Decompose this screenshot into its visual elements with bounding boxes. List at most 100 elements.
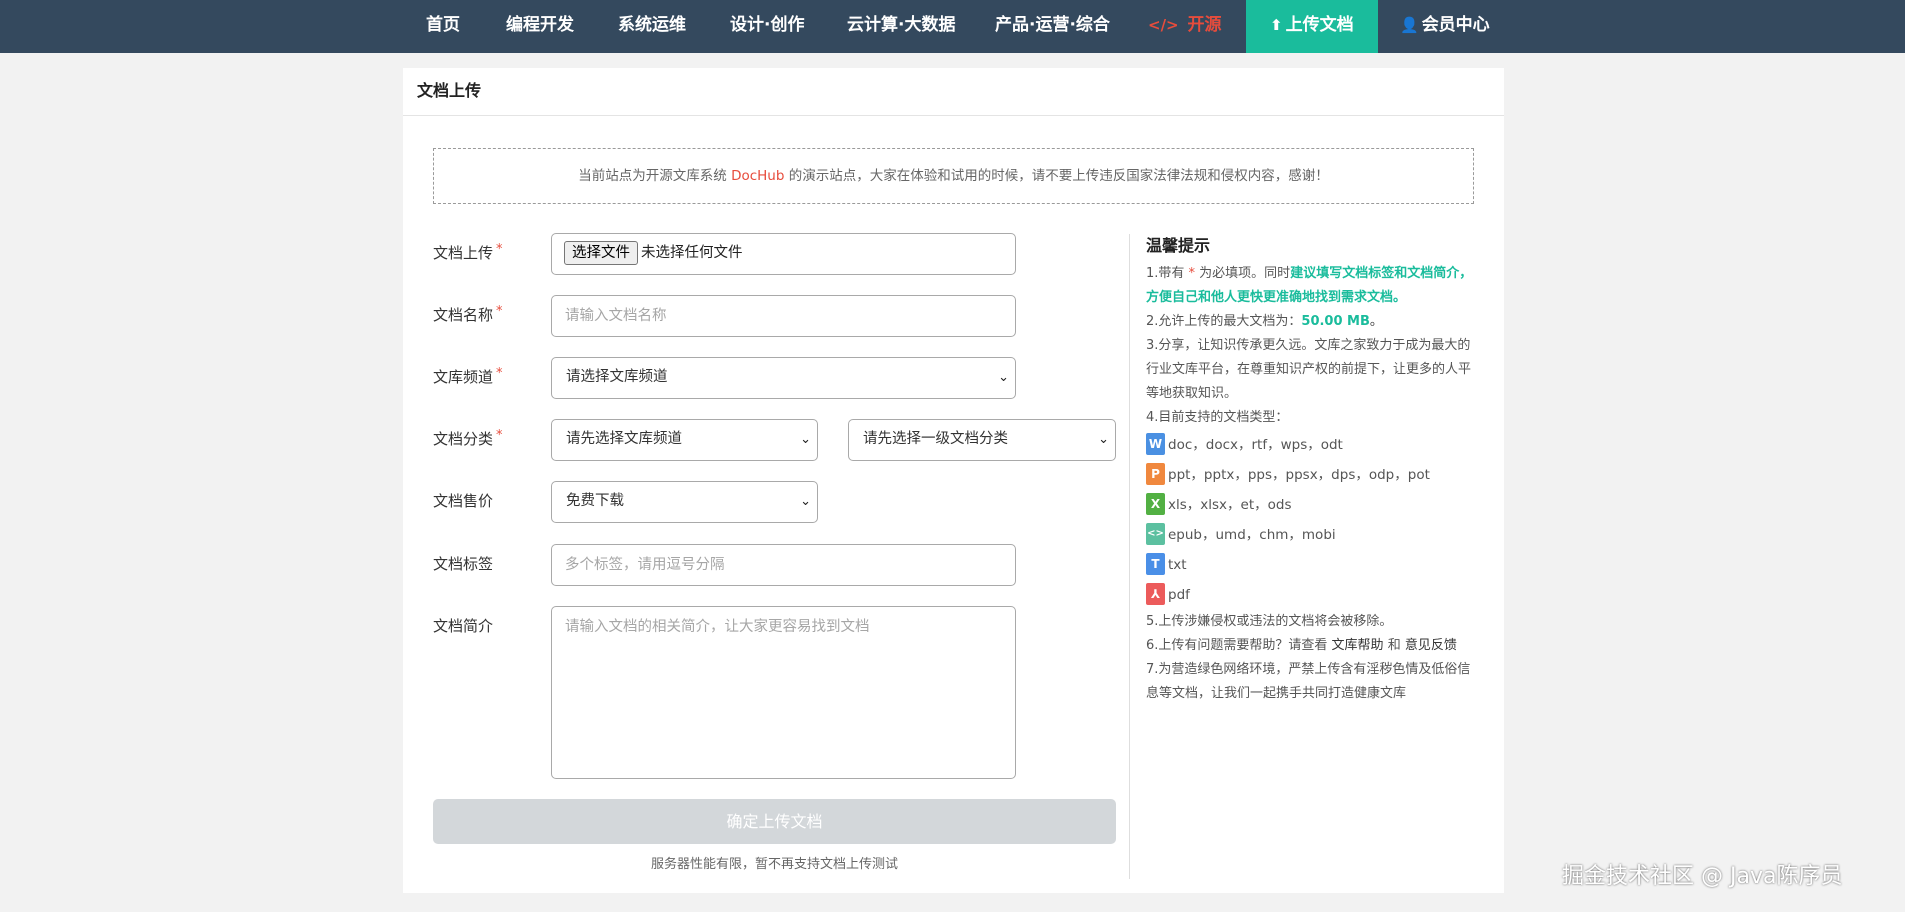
filetype-word-text: doc，docx，rtf，wps，odt (1168, 437, 1343, 453)
tip-6-a: 6.上传有问题需要帮助？请查看 (1146, 638, 1332, 653)
tip-6: 6.上传有问题需要帮助？请查看 文库帮助 和 意见反馈 (1146, 634, 1476, 658)
nav-upload-label: 上传文档 (1285, 15, 1354, 35)
filetype-pdf: ⅄ pdf (1146, 580, 1476, 610)
intro-label: 文档简介 (433, 615, 493, 636)
nav-product[interactable]: 产品·运营·综合 (995, 0, 1110, 53)
notice-brand: DocHub (731, 168, 785, 184)
channel-value: 请选择文库频道 (566, 369, 668, 385)
nav-programming-label: 编程开发 (506, 15, 574, 35)
nav-design[interactable]: 设计·创作 (730, 0, 804, 53)
file-status: 未选择任何文件 (641, 245, 743, 261)
category-label: 文档分类 * (433, 428, 503, 449)
tags-label-text: 文档标签 (433, 555, 494, 573)
submit-note: 服务器性能有限，暂不再支持文档上传测试 (650, 857, 898, 872)
excel-icon: X (1146, 493, 1165, 515)
nav-home-label: 首页 (426, 15, 460, 35)
tip-5: 5.上传涉嫌侵权或违法的文档将会被移除。 (1146, 614, 1393, 629)
tip-2-b: 50.00 MB (1301, 314, 1370, 329)
filetype-epub-text: epub，umd，chm，mobi (1168, 527, 1336, 543)
word-doc-icon: W (1146, 433, 1165, 455)
nav-opensource-label: 开源 (1187, 15, 1222, 35)
tips-title: 温馨提示 (1146, 236, 1211, 255)
channel-label-text: 文库频道 (433, 368, 494, 386)
user-icon: 👤 (1400, 16, 1419, 34)
tip-1: 1.带有 * 为必填项。同时建议填写文档标签和文档简介，方便自己和他人更快更准确… (1146, 262, 1476, 310)
nav-sysops[interactable]: 系统运维 (618, 0, 686, 53)
notice-prefix: 当前站点为开源文库系统 (578, 168, 732, 184)
tip-1-b: 为必填项。同时 (1195, 266, 1291, 281)
filetype-ppt: Pppt，pptx，pps，ppsx，dps，odp，pot (1146, 460, 1476, 490)
filetype-txt-text: txt (1168, 557, 1187, 573)
nav-sysops-label: 系统运维 (618, 15, 686, 35)
doc-name-input[interactable] (551, 295, 1016, 337)
vertical-divider (1129, 234, 1130, 879)
feedback-link[interactable]: 意见反馈 (1405, 638, 1457, 653)
channel-select[interactable]: 请选择文库频道 ⌄ (551, 357, 1016, 399)
nav-design-label: 设计·创作 (730, 15, 805, 35)
intro-textarea[interactable] (551, 606, 1016, 779)
tip-3: 3.分享，让知识传承更久远。文库之家致力于成为最大的行业文库平台，在尊重知识产权… (1146, 334, 1476, 406)
filetype-excel: Xxls，xlsx，et，ods (1146, 490, 1476, 520)
tip-2-a: 2.允许上传的最大文档为： (1146, 314, 1302, 329)
chevron-down-icon: ⌄ (800, 494, 811, 509)
watermark: 掘金技术社区 @ Java陈序员 (1562, 864, 1843, 889)
nav-member-label: 会员中心 (1421, 15, 1490, 35)
nav-member[interactable]: 👤 会员中心 (1400, 0, 1490, 53)
filetype-txt: Ttxt (1146, 550, 1476, 580)
tags-input[interactable] (551, 544, 1016, 586)
nav-cloud[interactable]: 云计算·大数据 (847, 0, 955, 53)
tip-4: 4.目前支持的文档类型： (1146, 410, 1289, 425)
category-level2-value: 请先选择一级文档分类 (863, 431, 1008, 447)
file-label: 文档上传 * (433, 242, 503, 263)
filetype-word: Wdoc，docx，rtf，wps，odt (1146, 430, 1476, 460)
nav-upload[interactable]: ⬆ 上传文档 (1246, 0, 1378, 53)
chevron-down-icon: ⌄ (800, 432, 811, 447)
category-select-level1[interactable]: 请先选择文库频道 ⌄ (551, 419, 818, 461)
nav-opensource[interactable]: </> 开源 (1148, 0, 1222, 53)
page-title: 文档上传 (403, 68, 1504, 116)
nav-programming[interactable]: 编程开发 (506, 0, 574, 53)
price-value: 免费下载 (566, 493, 624, 509)
txt-icon: T (1146, 553, 1165, 575)
price-label: 文档售价 (433, 490, 493, 511)
choose-file-button[interactable]: 选择文件 (564, 241, 638, 265)
upload-card: 文档上传 当前站点为开源文库系统 DocHub 的演示站点，大家在体验和试用的时… (403, 68, 1504, 893)
category-select-level2[interactable]: 请先选择一级文档分类 ⌄ (848, 419, 1116, 461)
upload-icon: ⬆ (1270, 16, 1283, 34)
top-navbar: 首页 编程开发 系统运维 设计·创作 云计算·大数据 产品·运营·综合 </> … (0, 0, 1905, 53)
help-link[interactable]: 文库帮助 (1332, 638, 1384, 653)
category-level1-value: 请先选择文库频道 (566, 431, 682, 447)
code-icon: </> (1148, 16, 1179, 34)
notice-suffix: 的演示站点，大家在体验和试用的时候，请不要上传违反国家法律法规和侵权内容，感谢！ (784, 168, 1329, 184)
required-mark: * (496, 366, 503, 381)
pdf-icon: ⅄ (1146, 583, 1165, 605)
channel-label: 文库频道 * (433, 366, 503, 387)
required-mark: * (496, 304, 503, 319)
nav-product-label: 产品·运营·综合 (995, 15, 1110, 35)
nav-cloud-label: 云计算·大数据 (847, 15, 956, 35)
nav-home[interactable]: 首页 (426, 0, 460, 53)
submit-upload-button[interactable]: 确定上传文档 (433, 799, 1116, 844)
required-mark: * (496, 242, 503, 257)
file-input[interactable]: 选择文件 未选择任何文件 (551, 233, 1016, 275)
tags-label: 文档标签 (433, 553, 493, 574)
file-label-text: 文档上传 (433, 244, 494, 262)
tip-2: 2.允许上传的最大文档为：50.00 MB。 (1146, 310, 1476, 334)
tip-3-a: 3.分享，让知识传承更久远。 (1146, 338, 1315, 353)
name-label-text: 文档名称 (433, 306, 494, 324)
price-label-text: 文档售价 (433, 492, 494, 510)
filetype-excel-text: xls，xlsx，et，ods (1168, 497, 1292, 513)
tip-1-a: 1.带有 (1146, 266, 1189, 281)
demo-notice: 当前站点为开源文库系统 DocHub 的演示站点，大家在体验和试用的时候，请不要… (433, 148, 1474, 204)
category-label-text: 文档分类 (433, 430, 494, 448)
chevron-down-icon: ⌄ (998, 370, 1009, 385)
intro-label-text: 文档简介 (433, 617, 494, 635)
chevron-down-icon: ⌄ (1098, 432, 1109, 447)
price-select[interactable]: 免费下载 ⌄ (551, 481, 818, 523)
filetype-pdf-text: pdf (1168, 587, 1190, 603)
filetype-ppt-text: ppt，pptx，pps，ppsx，dps，odp，pot (1168, 467, 1430, 483)
required-mark: * (496, 428, 503, 443)
tip-6-b: 和 (1383, 638, 1405, 653)
name-label: 文档名称 * (433, 304, 503, 325)
tip-7: 7.为营造绿色网络环境，严禁上传含有淫秽色情及低俗信息等文档，让我们一起携手共同… (1146, 662, 1471, 701)
